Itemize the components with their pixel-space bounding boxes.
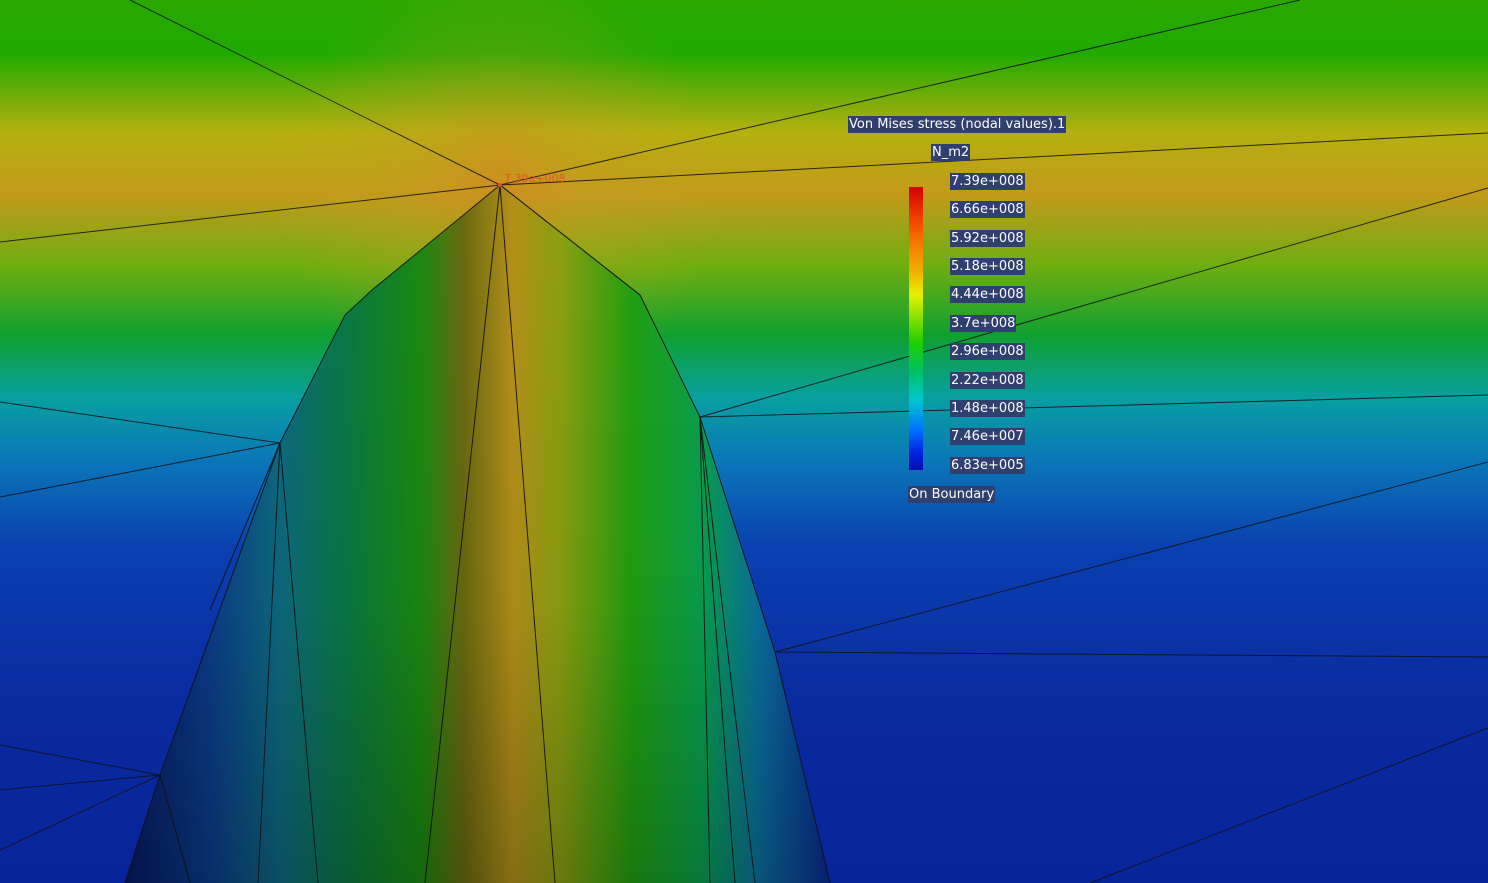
legend-color-bar <box>909 187 923 470</box>
max-stress-marker <box>498 183 502 187</box>
legend-units: N_m2 <box>931 144 971 161</box>
legend-tick: 6.66e+008 <box>950 201 1025 218</box>
legend-tick: 2.96e+008 <box>950 343 1025 360</box>
legend-tick: 7.46e+007 <box>950 428 1025 445</box>
stress-contour-render <box>0 0 1488 883</box>
legend-tick: 1.48e+008 <box>950 400 1025 417</box>
legend-tick: 7.39e+008 <box>950 173 1025 190</box>
fea-viewport[interactable] <box>0 0 1488 883</box>
legend-tick: 3.7e+008 <box>950 315 1017 332</box>
legend-footer: On Boundary <box>908 486 996 503</box>
legend-tick: 2.22e+008 <box>950 372 1025 389</box>
legend-tick: 4.44e+008 <box>950 286 1025 303</box>
legend-tick: 5.92e+008 <box>950 230 1025 247</box>
legend-tick: 6.83e+005 <box>950 457 1025 474</box>
legend-tick: 5.18e+008 <box>950 258 1025 275</box>
legend-title: Von Mises stress (nodal values).1 <box>848 116 1067 133</box>
max-stress-probe-label: 7.39e+008 <box>504 172 566 185</box>
